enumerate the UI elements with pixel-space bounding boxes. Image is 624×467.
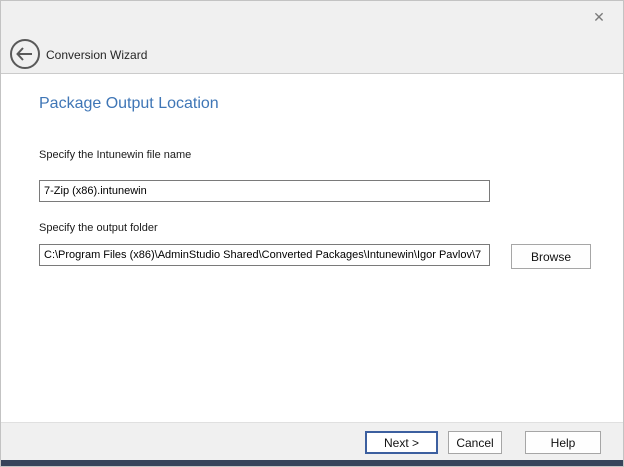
next-button[interactable]: Next > — [365, 431, 438, 454]
page-title: Package Output Location — [39, 95, 219, 113]
file-name-input[interactable] — [39, 180, 490, 202]
back-arrow-icon — [9, 58, 41, 73]
cancel-button[interactable]: Cancel — [448, 431, 502, 454]
close-icon[interactable]: ✕ — [589, 8, 609, 28]
output-folder-input[interactable] — [39, 244, 490, 266]
wizard-header: ✕ Conversion Wizard — [1, 1, 623, 74]
wizard-footer: Next > Cancel Help — [1, 422, 623, 462]
window-bottom-edge — [1, 460, 623, 466]
wizard-title: Conversion Wizard — [46, 48, 147, 62]
browse-button[interactable]: Browse — [511, 244, 591, 269]
file-name-label: Specify the Intunewin file name — [39, 149, 191, 161]
output-folder-label: Specify the output folder — [39, 222, 158, 234]
back-button[interactable] — [9, 38, 41, 70]
conversion-wizard-window: ✕ Conversion Wizard Package Output Locat… — [0, 0, 624, 467]
help-button[interactable]: Help — [525, 431, 601, 454]
